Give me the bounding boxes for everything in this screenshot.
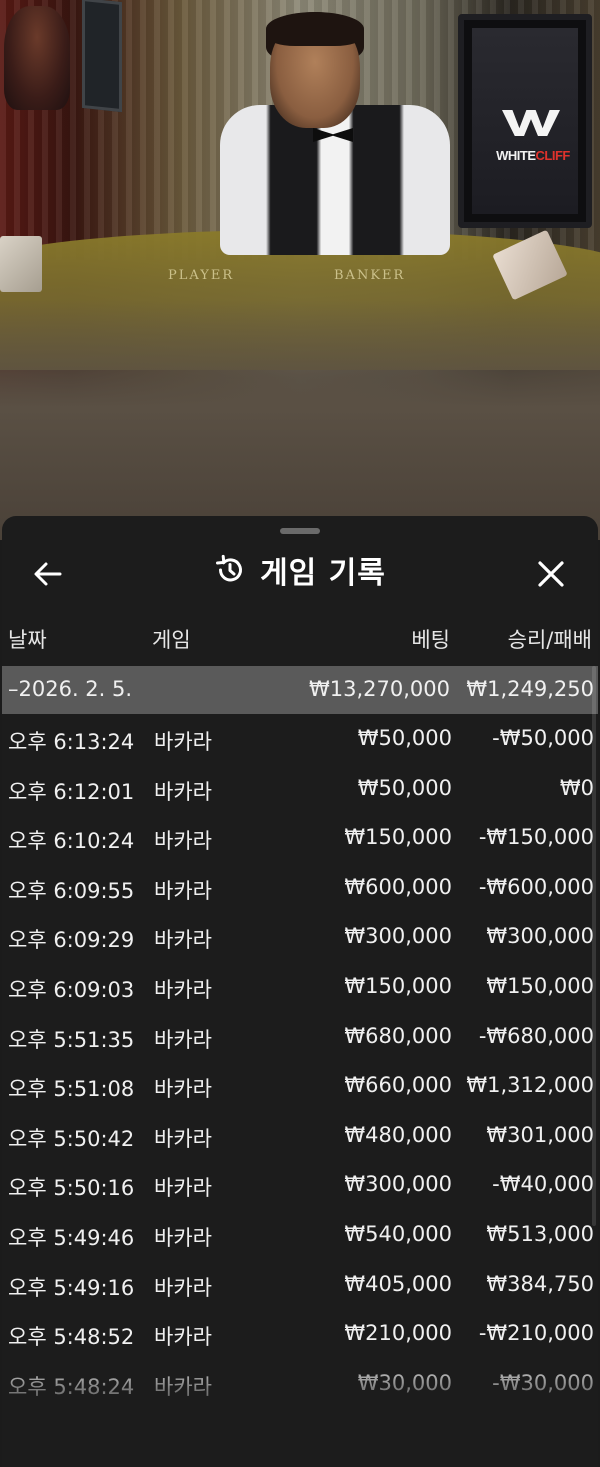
history-row[interactable]: 오후 5:48:24 바카라 ₩30,000 -₩30,000 <box>2 1359 598 1408</box>
history-row[interactable]: 오후 5:48:52 바카라 ₩210,000 -₩210,000 <box>2 1309 598 1358</box>
history-row[interactable]: 오후 6:09:29 바카라 ₩300,000 ₩300,000 <box>2 912 598 961</box>
column-header-result: 승리/패배 <box>507 628 592 652</box>
row-result: ₩513,000 <box>486 1222 594 1246</box>
column-header-bet: 베팅 <box>411 628 450 652</box>
row-result: ₩150,000 <box>486 974 594 998</box>
live-dealer-video: WHITECLIFF PLAYER BANKER <box>0 0 600 540</box>
row-bet: ₩50,000 <box>357 775 452 800</box>
row-bet: ₩210,000 <box>344 1321 452 1346</box>
row-time: 오후 6:13:24 <box>8 730 135 754</box>
row-result: -₩40,000 <box>492 1172 594 1197</box>
row-time: 오후 5:51:35 <box>8 1027 135 1052</box>
row-bet: ₩300,000 <box>344 1172 452 1197</box>
sheet-header: 게임 기록 <box>2 542 598 598</box>
row-bet: ₩540,000 <box>344 1222 452 1246</box>
brand-logo-text: WHITECLIFF <box>496 148 570 163</box>
felt-label-player: PLAYER <box>168 268 235 283</box>
row-bet: ₩680,000 <box>344 1023 452 1048</box>
row-time: 오후 5:51:08 <box>8 1077 135 1102</box>
row-result: ₩0 <box>559 775 594 800</box>
row-bet: ₩300,000 <box>344 924 452 949</box>
background-screen <box>82 0 122 113</box>
row-game: 바카라 <box>154 928 212 953</box>
row-bet: ₩405,000 <box>344 1271 452 1296</box>
row-bet: ₩150,000 <box>344 825 452 850</box>
row-bet: ₩600,000 <box>344 874 452 899</box>
row-game: 바카라 <box>154 978 212 1002</box>
summary-bet-total: ₩13,270,000 <box>308 677 450 701</box>
row-game: 바카라 <box>154 1325 212 1350</box>
row-time: 오후 5:48:52 <box>8 1325 135 1350</box>
history-scrollbar[interactable] <box>592 666 596 1226</box>
history-list[interactable]: 오후 6:13:24 바카라 ₩50,000 -₩50,000 오후 6:12:01 바카… <box>2 714 598 1467</box>
card-stack <box>0 236 42 292</box>
row-game: 바카라 <box>154 878 212 903</box>
row-result: -₩680,000 <box>478 1023 594 1048</box>
history-row[interactable]: 오후 6:10:24 바카라 ₩150,000 -₩150,000 <box>2 813 598 862</box>
row-time: 오후 6:10:24 <box>8 829 135 854</box>
history-row[interactable]: 오후 5:51:08 바카라 ₩660,000 ₩1,312,000 <box>2 1061 598 1110</box>
row-game: 바카라 <box>154 730 212 754</box>
history-row[interactable]: 오후 6:12:01 바카라 ₩50,000 ₩0 <box>2 764 598 813</box>
row-result: ₩1,312,000 <box>466 1073 594 1098</box>
row-result: ₩300,000 <box>486 924 594 949</box>
row-result: ₩301,000 <box>486 1122 594 1147</box>
date-group-summary-row[interactable]: –2026. 2. 5. ₩13,270,000 ₩1,249,250 <box>2 666 598 714</box>
row-time: 오후 5:49:16 <box>8 1275 135 1300</box>
row-game: 바카라 <box>154 1275 212 1300</box>
felt-label-banker: BANKER <box>334 268 406 283</box>
row-game: 바카라 <box>154 1226 212 1250</box>
column-header-date: 날짜 <box>8 628 47 652</box>
close-button[interactable] <box>529 552 573 596</box>
row-bet: ₩50,000 <box>357 726 452 750</box>
row-game: 바카라 <box>154 1027 212 1052</box>
game-history-sheet: 게임 기록 날짜 게임 베팅 승리/패배 –2026. 2. 5. ₩13,27… <box>2 516 598 1467</box>
history-row[interactable]: 오후 6:13:24 바카라 ₩50,000 -₩50,000 <box>2 714 598 763</box>
row-time: 오후 6:09:03 <box>8 978 135 1002</box>
summary-result-total: ₩1,249,250 <box>466 677 594 701</box>
row-time: 오후 6:12:01 <box>8 779 135 804</box>
row-result: -₩150,000 <box>478 825 594 850</box>
sheet-title: 게임 기록 <box>260 556 386 591</box>
column-header-game: 게임 <box>152 628 191 652</box>
row-game: 바카라 <box>154 1126 212 1151</box>
row-time: 오후 5:50:16 <box>8 1176 135 1201</box>
dealer-body <box>220 105 450 255</box>
brand-logo-icon <box>502 110 560 136</box>
row-result: ₩384,750 <box>486 1271 594 1296</box>
row-bet: ₩150,000 <box>344 974 452 998</box>
history-row[interactable]: 오후 5:49:16 바카라 ₩405,000 ₩384,750 <box>2 1260 598 1309</box>
summary-date: –2026. 2. 5. <box>8 677 133 701</box>
history-row[interactable]: 오후 6:09:03 바카라 ₩150,000 ₩150,000 <box>2 962 598 1011</box>
row-game: 바카라 <box>154 1176 212 1201</box>
history-clock-icon <box>216 554 243 582</box>
background-person <box>4 6 70 110</box>
sheet-drag-handle[interactable] <box>280 528 320 534</box>
row-result: -₩600,000 <box>478 874 594 899</box>
row-game: 바카라 <box>154 779 212 804</box>
row-bet: ₩30,000 <box>357 1370 452 1395</box>
row-result: -₩30,000 <box>492 1370 594 1395</box>
row-result: -₩50,000 <box>492 726 594 750</box>
row-bet: ₩660,000 <box>344 1073 452 1098</box>
row-game: 바카라 <box>154 1077 212 1102</box>
history-row[interactable]: 오후 5:50:42 바카라 ₩480,000 ₩301,000 <box>2 1111 598 1160</box>
row-time: 오후 5:48:24 <box>8 1374 135 1399</box>
row-game: 바카라 <box>154 829 212 854</box>
close-x-icon <box>538 561 564 587</box>
history-row[interactable]: 오후 6:09:55 바카라 ₩600,000 -₩600,000 <box>2 863 598 912</box>
row-time: 오후 5:49:46 <box>8 1226 135 1250</box>
row-time: 오후 6:09:29 <box>8 928 135 953</box>
row-bet: ₩480,000 <box>344 1122 452 1147</box>
history-row[interactable]: 오후 5:49:46 바카라 ₩540,000 ₩513,000 <box>2 1210 598 1259</box>
row-time: 오후 6:09:55 <box>8 878 135 903</box>
history-row[interactable]: 오후 5:50:16 바카라 ₩300,000 -₩40,000 <box>2 1160 598 1209</box>
studio-monitor: WHITECLIFF <box>458 14 592 228</box>
row-time: 오후 5:50:42 <box>8 1126 135 1151</box>
history-row[interactable]: 오후 5:51:35 바카라 ₩680,000 -₩680,000 <box>2 1012 598 1061</box>
row-game: 바카라 <box>154 1374 212 1399</box>
row-result: -₩210,000 <box>478 1321 594 1346</box>
